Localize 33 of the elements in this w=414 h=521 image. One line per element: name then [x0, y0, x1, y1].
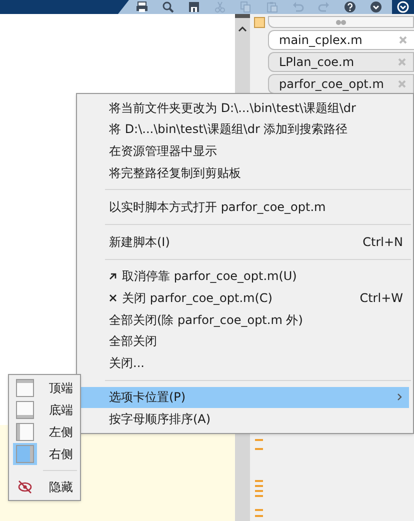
menu-item[interactable]: 新建脚本(I) Ctrl+N — [81, 230, 409, 253]
submenu-item[interactable]: 底端 — [9, 399, 80, 421]
printer-icon[interactable] — [136, 1, 148, 13]
dropdown-circle-icon[interactable] — [370, 1, 382, 13]
submenu-item[interactable]: 右侧 — [9, 443, 80, 465]
menu-item[interactable]: 将当前文件夹更改为 D:\...\bin\test\课题组\dr — [81, 97, 409, 119]
menu-item[interactable]: 将 D:\...\bin\test\课题组\dr 添加到搜索路径 — [81, 118, 409, 140]
file-tab[interactable]: parfor_coe_opt.m — [268, 74, 414, 94]
menu-item[interactable]: 关闭... — [81, 352, 409, 374]
menu-item[interactable]: 关闭 parfor_coe_opt.m(C) Ctrl+W — [81, 287, 409, 309]
file-tab[interactable]: main_cplex.m — [268, 30, 414, 50]
menu-item[interactable]: 在资源管理器中显示 — [81, 140, 409, 162]
menu-item[interactable]: 全部关闭 — [81, 330, 409, 352]
menu-item[interactable]: 将完整路径复制到剪贴板 — [81, 162, 409, 184]
undock-icon[interactable] — [109, 272, 117, 280]
menu-item[interactable]: 按字母顺序排序(A) — [81, 408, 409, 430]
close-icon[interactable] — [109, 294, 117, 302]
grip-handle[interactable] — [268, 16, 414, 28]
status-indicator — [254, 17, 264, 28]
submenu-item[interactable]: 顶端 — [9, 377, 80, 399]
scroll-up-icon[interactable] — [238, 26, 247, 32]
menu-item[interactable]: 取消停靠 parfor_coe_opt.m(U) — [81, 266, 409, 288]
search-icon[interactable] — [162, 1, 174, 13]
submenu-item[interactable]: 左侧 — [9, 421, 80, 443]
submenu-item[interactable]: 隐藏 — [9, 476, 80, 498]
help-icon[interactable] — [344, 1, 356, 13]
expand-icon[interactable] — [397, 1, 409, 13]
shortcut-text: Ctrl+W — [360, 290, 403, 307]
menu-item[interactable]: 以实时脚本方式打开 parfor_coe_opt.m — [81, 196, 409, 218]
shortcut-text: Ctrl+N — [362, 234, 403, 251]
menu-item[interactable]: 选项卡位置(P) — [81, 386, 409, 408]
menu-item[interactable]: 全部关闭(除 parfor_coe_opt.m 外) — [81, 308, 409, 330]
file-tab[interactable]: LPlan_coe.m — [268, 52, 414, 72]
